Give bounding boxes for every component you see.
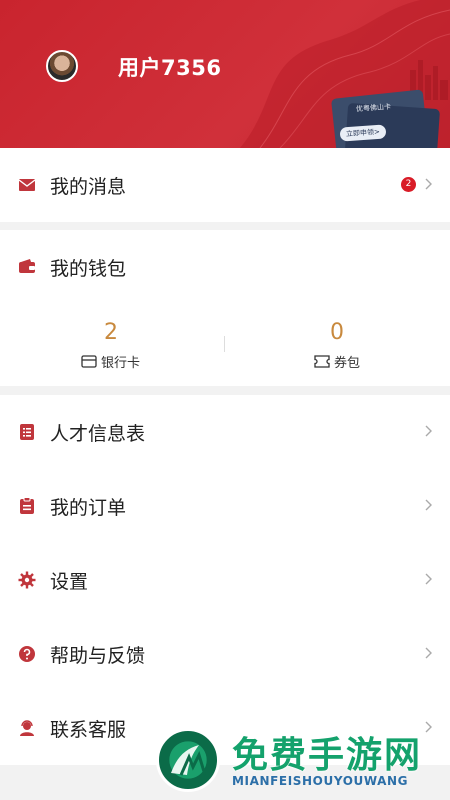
wallet-section: 我的钱包 2 银行卡 0 券包 [0, 230, 450, 386]
chevron-right-icon [425, 425, 432, 437]
bank-card-icon [81, 355, 97, 368]
watermark-logo-icon [156, 728, 220, 792]
help-icon [19, 646, 35, 662]
menu-item-label: 联系客服 [50, 719, 127, 741]
menu-item-label: 我的钱包 [50, 258, 127, 280]
coupon-count[interactable]: 0 [307, 320, 367, 345]
bank-card-link[interactable]: 银行卡 [81, 352, 140, 371]
wallet-icon [19, 259, 35, 273]
avatar[interactable] [46, 50, 78, 82]
chevron-right-icon [425, 573, 432, 585]
menu-item-orders[interactable]: 我的订单 [0, 469, 450, 543]
menu-item-label: 帮助与反馈 [50, 645, 146, 667]
menu-item-messages[interactable]: 我的消息 [0, 148, 450, 222]
coupon-link[interactable]: 券包 [314, 352, 360, 371]
menu-item-label: 设置 [50, 571, 89, 593]
profile-header: 用户7356 优粤佛山卡 立即申领> [0, 0, 450, 148]
coupon-label: 券包 [334, 356, 361, 371]
coupon-icon [314, 355, 330, 368]
username[interactable]: 用户7356 [118, 52, 221, 82]
menu-item-label: 人才信息表 [50, 423, 146, 445]
gear-icon [18, 571, 36, 589]
customer-service-icon [20, 720, 34, 736]
bank-card-count[interactable]: 2 [81, 320, 141, 345]
chevron-right-icon [425, 499, 432, 511]
clipboard-icon [20, 497, 34, 514]
watermark-title: 免费手游网 [232, 735, 423, 776]
chevron-right-icon [425, 178, 432, 190]
site-watermark: 免费手游网 MIANFEISHOUYOUWANG [150, 724, 450, 800]
bank-card-label: 银行卡 [101, 356, 141, 371]
mail-icon [18, 179, 36, 191]
message-count-badge: 2 [401, 177, 416, 192]
form-list-icon [20, 424, 34, 440]
wallet-divider [224, 336, 225, 352]
menu-item-settings[interactable]: 设置 [0, 543, 450, 617]
menu-item-label: 我的订单 [50, 497, 127, 519]
menu-item-help[interactable]: 帮助与反馈 [0, 617, 450, 691]
menu-item-label: 我的消息 [50, 176, 127, 198]
chevron-right-icon [425, 647, 432, 659]
menu-item-talent-form[interactable]: 人才信息表 [0, 395, 450, 469]
watermark-subtitle: MIANFEISHOUYOUWANG [232, 774, 409, 788]
